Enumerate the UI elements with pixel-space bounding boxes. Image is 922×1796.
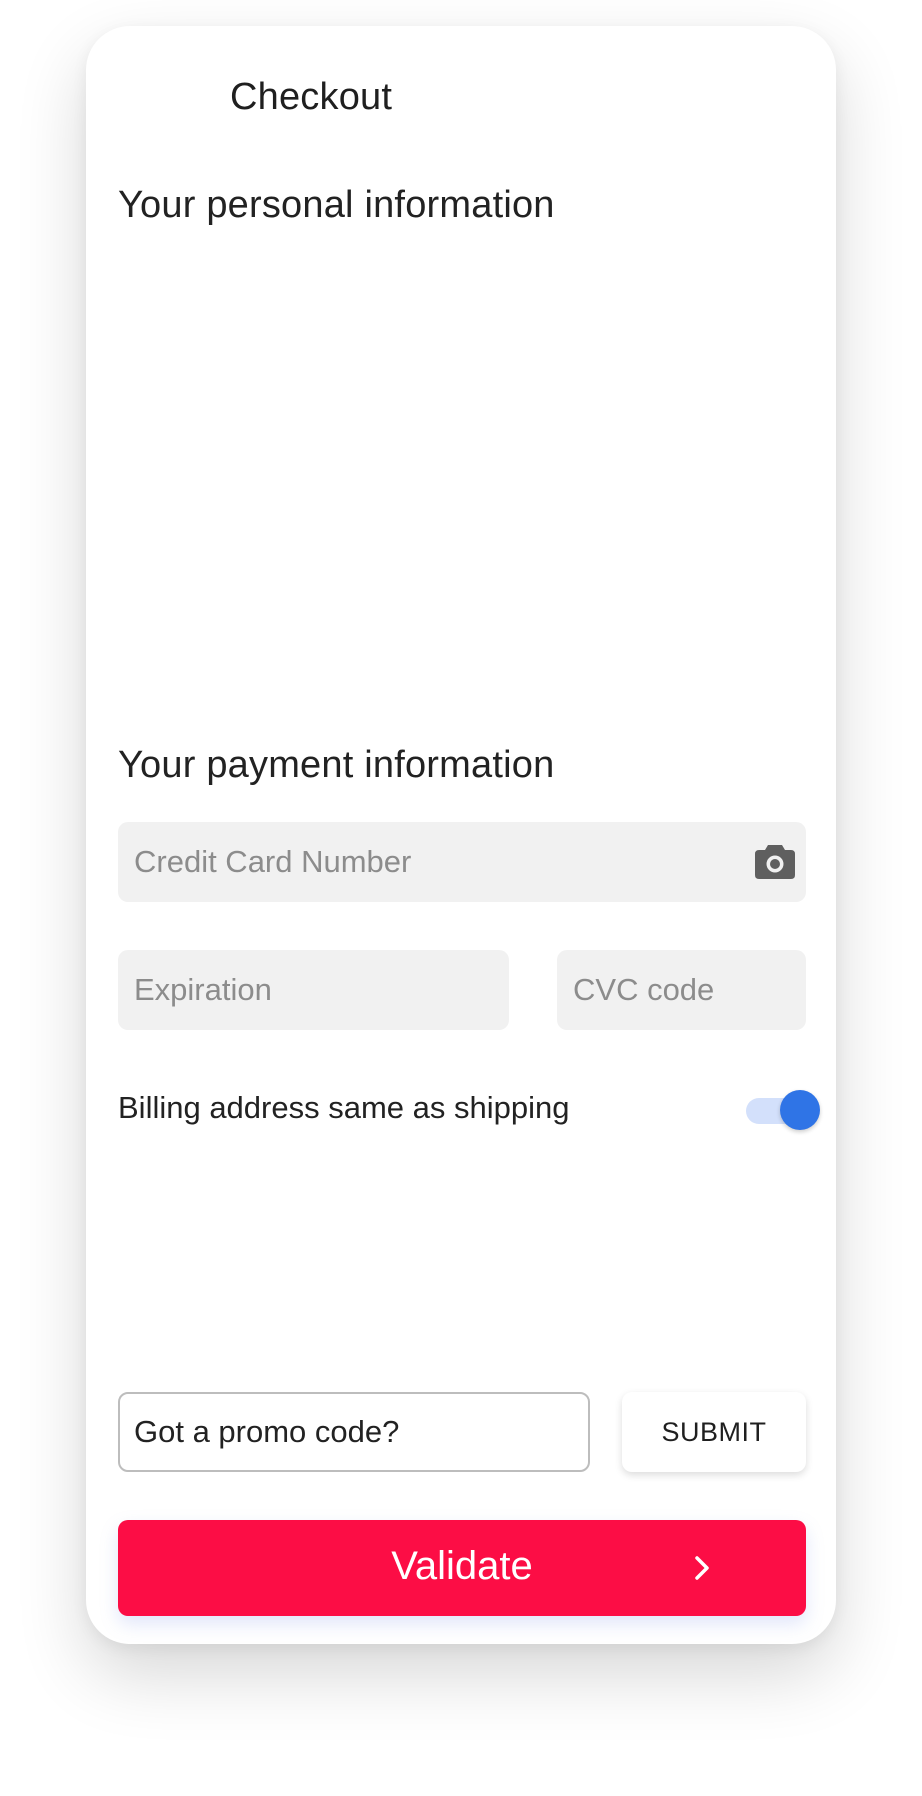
credit-card-field[interactable] [118,822,806,902]
submit-promo-button[interactable]: SUBMIT [622,1392,806,1472]
personal-info-heading: Your personal information [118,184,555,226]
billing-same-label: Billing address same as shipping [118,1090,570,1125]
promo-code-input[interactable] [134,1414,588,1450]
payment-info-heading: Your payment information [118,744,555,786]
promo-code-field[interactable] [118,1392,590,1472]
validate-button[interactable]: Validate [118,1520,806,1616]
page-title: Checkout [230,76,393,118]
camera-icon[interactable] [755,843,795,879]
credit-card-input[interactable] [134,844,806,880]
cvc-input[interactable] [573,972,806,1008]
chevron-right-icon [695,1556,709,1580]
cvc-field[interactable] [557,950,806,1030]
billing-same-toggle[interactable] [746,1088,822,1132]
checkout-card: Checkout Your personal information Your … [86,26,836,1644]
toggle-thumb [780,1090,820,1130]
expiration-input[interactable] [134,972,509,1008]
expiration-field[interactable] [118,950,509,1030]
